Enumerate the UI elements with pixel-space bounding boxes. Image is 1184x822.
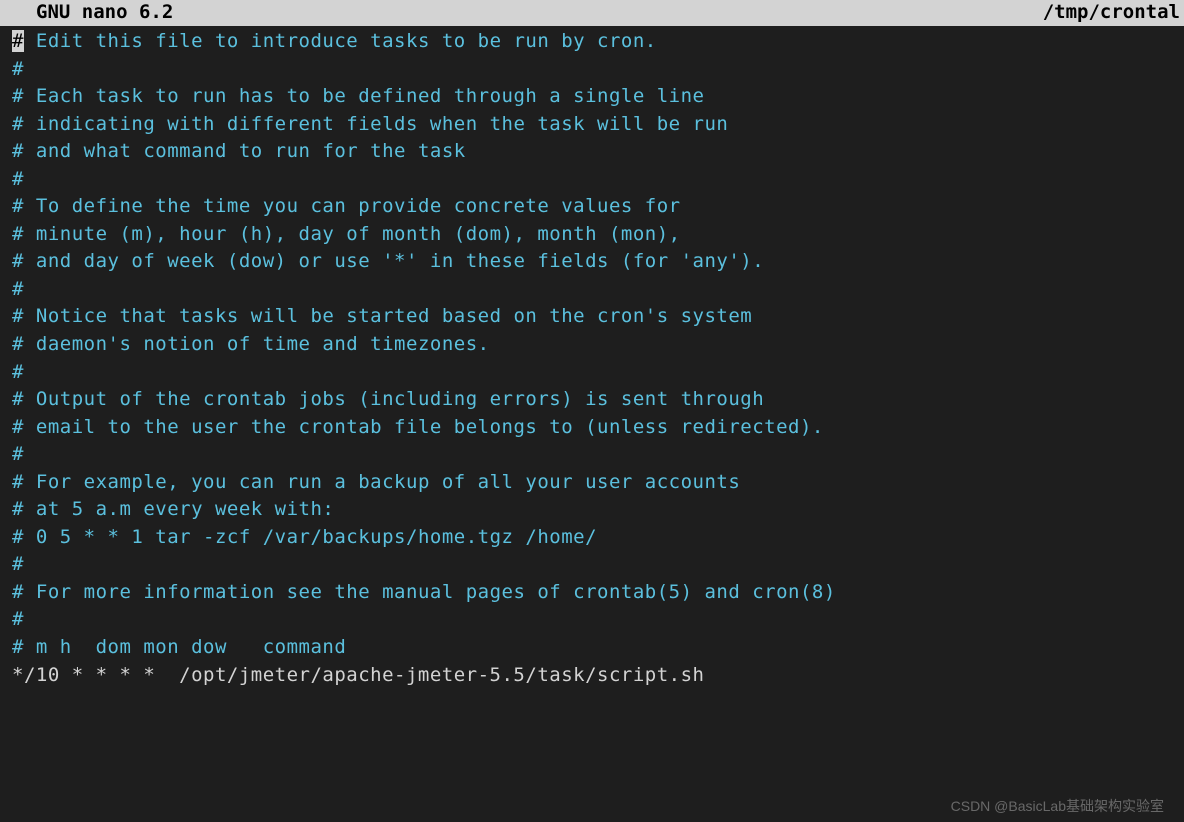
editor-content[interactable]: # Edit this file to introduce tasks to b… [0, 26, 1184, 689]
editor-line[interactable]: # [12, 606, 1172, 634]
line-text: To define the time you can provide concr… [24, 195, 681, 217]
editor-line[interactable]: # [12, 166, 1172, 194]
line-text: 0 5 * * 1 tar -zcf /var/backups/home.tgz… [24, 526, 597, 548]
editor-line[interactable]: # 0 5 * * 1 tar -zcf /var/backups/home.t… [12, 524, 1172, 552]
line-text: m h dom mon dow command [24, 636, 346, 658]
editor-line[interactable]: # Edit this file to introduce tasks to b… [12, 28, 1172, 56]
line-text: */10 * * * * /opt/jmeter/apache-jmeter-5… [12, 664, 704, 686]
line-prefix: # [12, 58, 24, 80]
line-prefix: # [12, 250, 24, 272]
line-prefix: # [12, 361, 24, 383]
line-prefix: # [12, 416, 24, 438]
line-prefix: # [12, 581, 24, 603]
editor-line[interactable]: # [12, 441, 1172, 469]
editor-line[interactable]: # [12, 56, 1172, 84]
editor-filename: /tmp/crontal [1043, 0, 1180, 27]
editor-line[interactable]: # minute (m), hour (h), day of month (do… [12, 221, 1172, 249]
line-text: Output of the crontab jobs (including er… [24, 388, 764, 410]
line-prefix: # [12, 553, 24, 575]
editor-line[interactable]: # [12, 276, 1172, 304]
line-text: and day of week (dow) or use '*' in thes… [24, 250, 764, 272]
line-prefix: # [12, 85, 24, 107]
line-prefix: # [12, 608, 24, 630]
line-text: minute (m), hour (h), day of month (dom)… [24, 223, 681, 245]
editor-line[interactable]: # Notice that tasks will be started base… [12, 303, 1172, 331]
line-text: Each task to run has to be defined throu… [24, 85, 705, 107]
line-text: For example, you can run a backup of all… [24, 471, 740, 493]
editor-line[interactable]: # and what command to run for the task [12, 138, 1172, 166]
line-text: email to the user the crontab file belon… [24, 416, 824, 438]
line-text: and what command to run for the task [24, 140, 466, 162]
line-prefix: # [12, 388, 24, 410]
editor-line[interactable]: # Output of the crontab jobs (including … [12, 386, 1172, 414]
watermark: CSDN @BasicLab基础架构实验室 [951, 796, 1164, 816]
line-text: Edit this file to introduce tasks to be … [24, 30, 657, 52]
editor-header: GNU nano 6.2 /tmp/crontal [0, 0, 1184, 26]
editor-line[interactable]: # Each task to run has to be defined thr… [12, 83, 1172, 111]
editor-line[interactable]: # and day of week (dow) or use '*' in th… [12, 248, 1172, 276]
editor-line[interactable]: # email to the user the crontab file bel… [12, 414, 1172, 442]
editor-line[interactable]: # m h dom mon dow command [12, 634, 1172, 662]
line-prefix: # [12, 443, 24, 465]
line-prefix: # [12, 305, 24, 327]
editor-line[interactable]: # [12, 551, 1172, 579]
editor-line[interactable]: */10 * * * * /opt/jmeter/apache-jmeter-5… [12, 662, 1172, 690]
editor-line[interactable]: # For more information see the manual pa… [12, 579, 1172, 607]
line-prefix: # [12, 223, 24, 245]
editor-line[interactable]: # indicating with different fields when … [12, 111, 1172, 139]
editor-line[interactable]: # at 5 a.m every week with: [12, 496, 1172, 524]
line-prefix: # [12, 636, 24, 658]
line-prefix: # [12, 168, 24, 190]
editor-title: GNU nano 6.2 [4, 0, 173, 27]
line-text: For more information see the manual page… [24, 581, 836, 603]
editor-line[interactable]: # [12, 359, 1172, 387]
line-prefix: # [12, 498, 24, 520]
line-prefix: # [12, 333, 24, 355]
editor-line[interactable]: # For example, you can run a backup of a… [12, 469, 1172, 497]
line-prefix: # [12, 195, 24, 217]
line-text: Notice that tasks will be started based … [24, 305, 752, 327]
line-prefix: # [12, 526, 24, 548]
editor-line[interactable]: # To define the time you can provide con… [12, 193, 1172, 221]
line-prefix: # [12, 471, 24, 493]
editor-line[interactable]: # daemon's notion of time and timezones. [12, 331, 1172, 359]
cursor: # [12, 30, 24, 52]
line-text: at 5 a.m every week with: [24, 498, 334, 520]
line-text: indicating with different fields when th… [24, 113, 728, 135]
line-prefix: # [12, 140, 24, 162]
line-text: daemon's notion of time and timezones. [24, 333, 490, 355]
line-prefix: # [12, 113, 24, 135]
line-prefix: # [12, 278, 24, 300]
